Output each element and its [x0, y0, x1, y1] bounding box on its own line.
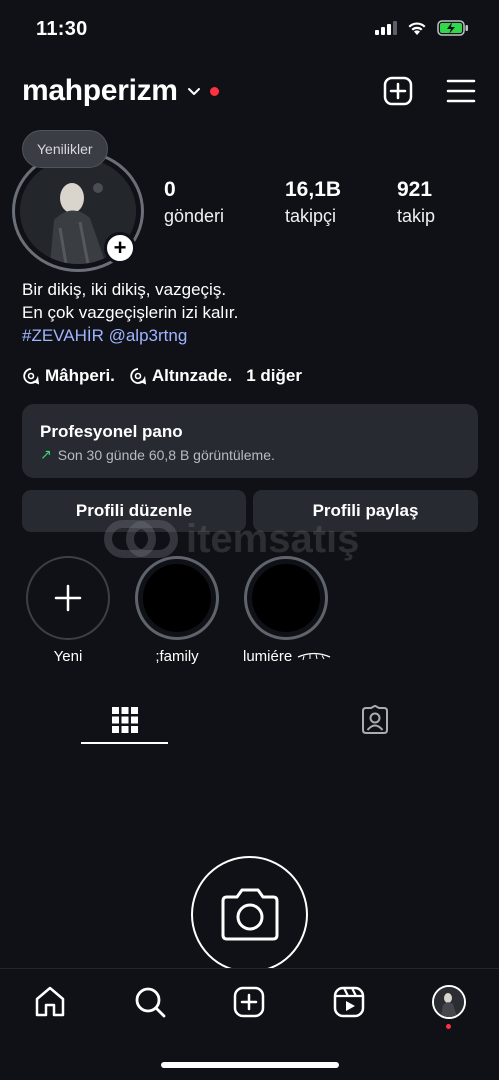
- threads-link-label: Mâhperi.: [45, 366, 115, 385]
- threads-link[interactable]: Altınzade.: [129, 366, 232, 386]
- threads-link[interactable]: Mâhperi.: [22, 366, 115, 386]
- profile-notification-dot: [446, 1024, 451, 1029]
- nav-home[interactable]: [30, 982, 70, 1022]
- chevron-down-icon: [187, 88, 200, 95]
- stat-following-label: takip: [397, 206, 436, 226]
- highlight-cover: [135, 556, 219, 640]
- create-post-button[interactable]: [381, 74, 415, 108]
- tagged-person-icon: [361, 705, 388, 734]
- plus-icon: +: [113, 235, 127, 260]
- add-story-button[interactable]: +: [104, 232, 136, 264]
- trend-up-arrow-icon: ↗: [40, 446, 52, 462]
- stat-posts-value: 0: [164, 178, 176, 201]
- tab-tagged[interactable]: [331, 698, 418, 742]
- bio-line: En çok vazgeçişlerin izi kalır.: [22, 303, 239, 322]
- plus-square-icon: [233, 986, 265, 1018]
- wifi-icon: [408, 21, 426, 35]
- stat-posts-label: gönderi: [164, 206, 225, 226]
- hamburger-menu-icon: [446, 79, 476, 103]
- camera-icon: [221, 888, 278, 940]
- search-icon: [135, 987, 166, 1018]
- status-time: 11:30: [36, 18, 88, 40]
- highlight-cover: [244, 556, 328, 640]
- cellular-signal-icon: [375, 21, 397, 35]
- nav-profile[interactable]: [429, 982, 469, 1022]
- pro-subtitle: Son 30 günde 60,8 B görüntüleme.: [57, 446, 275, 463]
- profile-username-switcher[interactable]: mahperizm: [22, 74, 219, 108]
- bio: Bir dikiş, iki dikiş, vazgeçiş. En çok v…: [22, 278, 238, 347]
- threads-icon: [130, 368, 146, 385]
- plus-square-icon: [383, 76, 413, 106]
- status-icons: [375, 20, 469, 36]
- notification-dot: [209, 86, 219, 96]
- plus-icon: [54, 584, 82, 612]
- empty-state-camera[interactable]: [191, 856, 308, 973]
- profile-avatar-icon: [432, 985, 466, 1019]
- nav-create[interactable]: [229, 982, 269, 1022]
- threads-links: Mâhperi. Altınzade. 1 diğer: [22, 366, 302, 386]
- highlight-new-circle: [26, 556, 110, 640]
- bio-tags[interactable]: #ZEVAHİR @alp3rtng: [22, 324, 238, 347]
- stat-following[interactable]: 921 takip: [397, 178, 435, 227]
- username: mahperizm: [22, 74, 178, 107]
- stat-followers-value: 16,1B: [285, 178, 342, 201]
- threads-icon: [23, 368, 40, 385]
- home-indicator[interactable]: [161, 1062, 339, 1068]
- threads-link-label: Altınzade.: [151, 366, 233, 385]
- menu-button[interactable]: [444, 74, 478, 108]
- highlight-label: Yeni: [53, 648, 83, 665]
- battery-charging-icon: [437, 20, 468, 36]
- stat-following-value: 921: [397, 178, 433, 201]
- pro-title: Profesyonel pano: [40, 422, 183, 441]
- highlight-label: ;family: [155, 648, 199, 665]
- nav-reels[interactable]: [329, 982, 369, 1022]
- nav-search[interactable]: [130, 982, 170, 1022]
- reels-icon: [333, 986, 365, 1018]
- threads-more[interactable]: 1 diğer: [246, 366, 302, 386]
- stat-posts[interactable]: 0 gönderi: [164, 178, 224, 227]
- pro-subtitle-row: ↗ Son 30 günde 60,8 B görüntüleme.: [40, 446, 460, 463]
- tab-grid[interactable]: [81, 698, 168, 742]
- highlight-new[interactable]: Yeni: [25, 556, 111, 665]
- bio-line: Bir dikiş, iki dikiş, vazgeçiş.: [22, 280, 227, 299]
- home-icon: [35, 986, 65, 1017]
- watermark-text: itemsatış: [186, 516, 360, 561]
- eye-lash-decoration-icon: [298, 652, 331, 661]
- highlight-label: lumiére: [243, 648, 331, 665]
- professional-dashboard[interactable]: Profesyonel pano ↗ Son 30 günde 60,8 B g…: [22, 404, 478, 478]
- highlight-label-text: lumiére: [243, 648, 293, 665]
- news-bubble[interactable]: Yenilikler: [22, 130, 108, 168]
- highlight-item[interactable]: lumiére: [243, 556, 331, 665]
- stat-followers[interactable]: 16,1B takipçi: [285, 178, 341, 227]
- grid-icon: [111, 707, 138, 733]
- highlight-item[interactable]: ;family: [134, 556, 220, 665]
- tab-active-indicator: [81, 742, 168, 744]
- stat-followers-label: takipçi: [285, 206, 337, 226]
